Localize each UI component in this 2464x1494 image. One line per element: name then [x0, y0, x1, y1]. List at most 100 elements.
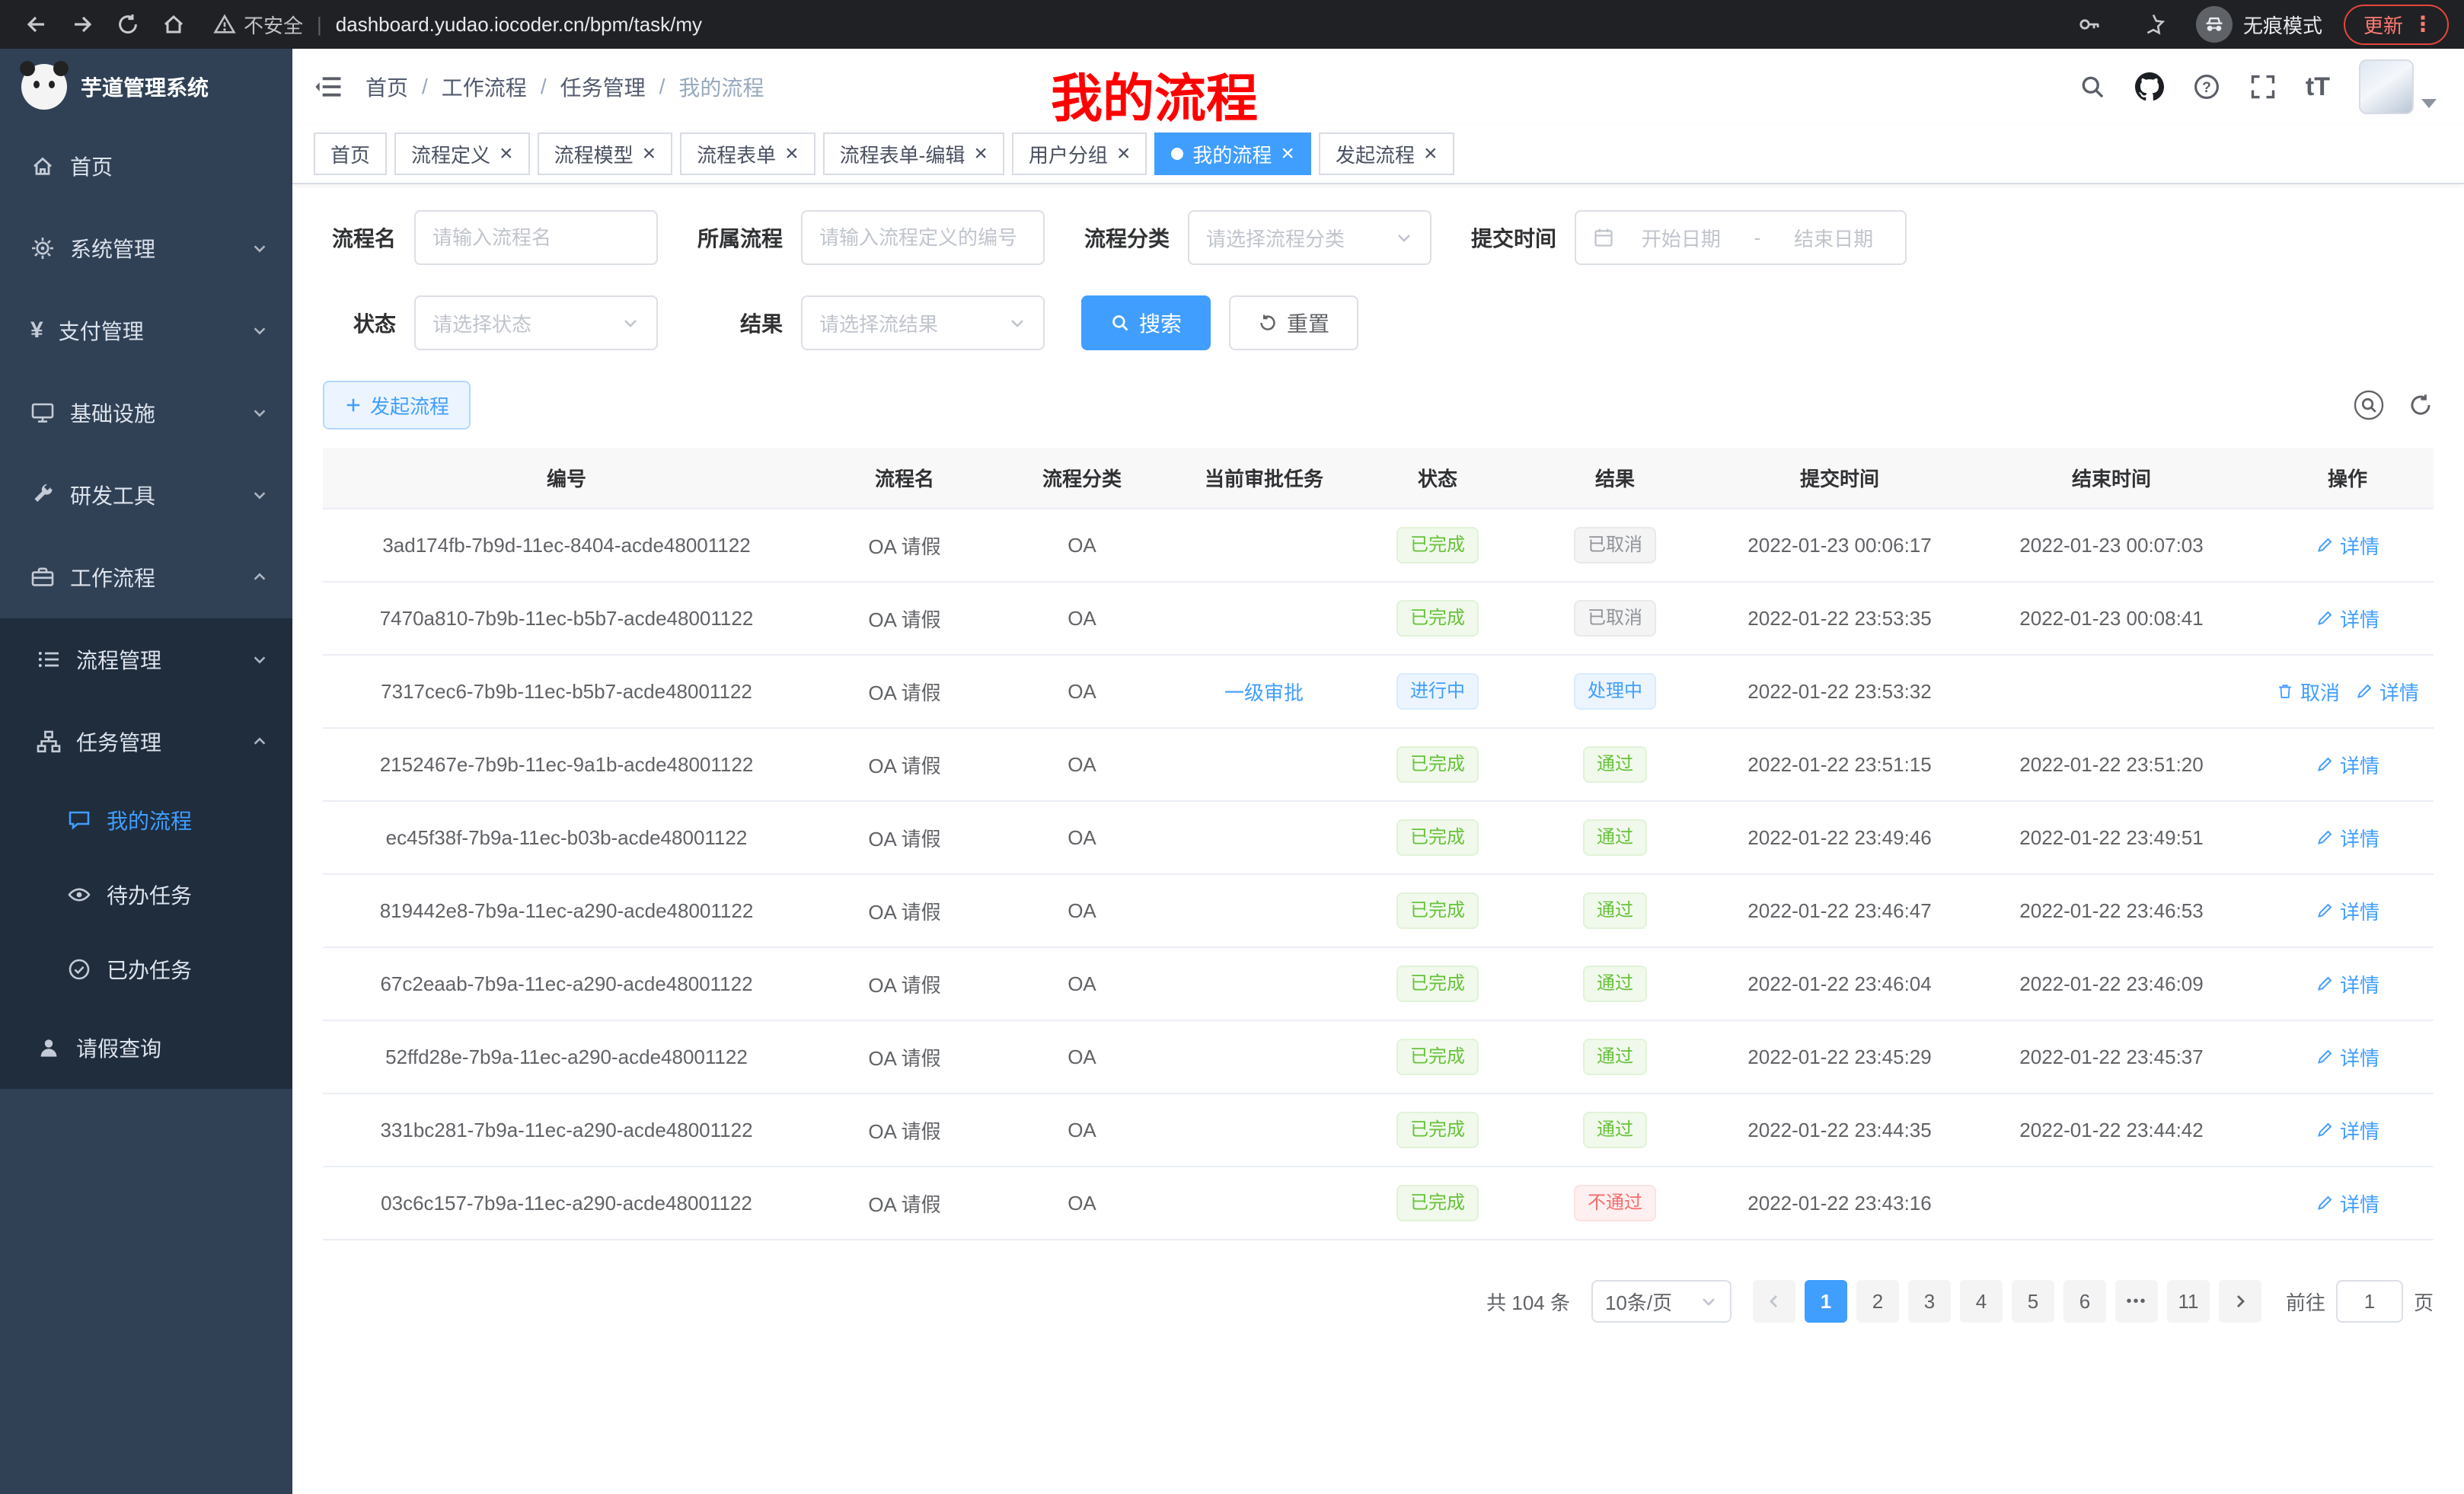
detail-link[interactable]: 详情	[2316, 751, 2379, 779]
detail-link[interactable]: 详情	[2316, 897, 2379, 925]
page-button[interactable]: 5	[2012, 1280, 2054, 1323]
browser-chrome: 不安全 | dashboard.yudao.iocoder.cn/bpm/tas…	[0, 0, 2464, 49]
detail-link[interactable]: 详情	[2316, 970, 2379, 998]
detail-link[interactable]: 详情	[2316, 1043, 2379, 1071]
breadcrumb-task-mgmt[interactable]: 任务管理	[560, 72, 646, 102]
sidebar-item-workflow[interactable]: 工作流程	[0, 536, 292, 618]
category-label: 流程分类	[1081, 222, 1170, 253]
owner-process-label: 所属流程	[694, 222, 783, 253]
detail-link[interactable]: 详情	[2316, 532, 2379, 560]
update-button[interactable]: 更新 ⋮	[2344, 5, 2449, 45]
reload-icon[interactable]	[107, 5, 149, 44]
sidebar-item-task-mgmt[interactable]: 任务管理	[0, 701, 292, 783]
sidebar-item-my-process[interactable]: 我的流程	[0, 783, 292, 857]
sidebar-item-home[interactable]: 首页	[0, 125, 292, 207]
detail-link[interactable]: 详情	[2316, 605, 2379, 633]
table-header-row: 编号 流程名 流程分类 当前审批任务 状态 结果 提交时间 结束时间 操作	[323, 448, 2434, 509]
sidebar-item-leave-query[interactable]: 请假查询	[0, 1007, 292, 1089]
sidebar-item-infra[interactable]: 基础设施	[0, 372, 292, 454]
category-select[interactable]: 请选择流程分类	[1188, 210, 1431, 265]
refresh-icon[interactable]	[2408, 392, 2434, 418]
page-button[interactable]: 11	[2167, 1280, 2210, 1323]
sidebar-item-devtools[interactable]: 研发工具	[0, 454, 292, 536]
show-search-icon[interactable]	[2353, 389, 2385, 421]
app-logo-row[interactable]: 芋道管理系统	[0, 49, 292, 125]
detail-link[interactable]: 详情	[2355, 678, 2419, 706]
tab-user-group[interactable]: 用户分组×	[1012, 132, 1147, 175]
tab-process-definition[interactable]: 流程定义×	[394, 132, 530, 175]
page-button[interactable]: 3	[1908, 1280, 1951, 1323]
page-button[interactable]: 1	[1805, 1280, 1847, 1323]
page-button[interactable]: 4	[1960, 1280, 2003, 1323]
goto-unit: 页	[2414, 1288, 2434, 1316]
create-process-button[interactable]: 发起流程	[323, 381, 471, 429]
forward-icon[interactable]	[61, 5, 104, 44]
avatar[interactable]	[2359, 59, 2414, 114]
table-row: 7317cec6-7b9b-11ec-b5b7-acde48001122 OA …	[323, 655, 2434, 728]
tab-my-process[interactable]: 我的流程×	[1154, 132, 1311, 175]
cancel-link[interactable]: 取消	[2276, 678, 2340, 706]
sidebar-item-process-mgmt[interactable]: 流程管理	[0, 618, 292, 701]
close-icon[interactable]: ×	[643, 142, 656, 165]
table-row: 2152467e-7b9b-11ec-9a1b-acde48001122 OA …	[323, 728, 2434, 801]
goto-page-input[interactable]	[2336, 1280, 2403, 1323]
red-annotation: 我的流程	[1051, 56, 1258, 132]
more-pages-button[interactable]: •••	[2115, 1280, 2158, 1323]
tab-process-model[interactable]: 流程模型×	[538, 132, 673, 175]
detail-link[interactable]: 详情	[2316, 824, 2379, 852]
fullscreen-icon[interactable]	[2249, 73, 2277, 101]
user-menu[interactable]	[2359, 59, 2437, 114]
menu-kebab-icon[interactable]: ⋮	[2412, 14, 2434, 35]
sidebar-item-todo-tasks[interactable]: 待办任务	[0, 857, 292, 932]
key-icon[interactable]	[2068, 5, 2111, 44]
search-button[interactable]: 搜索	[1081, 295, 1211, 350]
bookmark-star-icon[interactable]	[2132, 5, 2175, 44]
tab-process-form[interactable]: 流程表单×	[680, 132, 815, 175]
result-select[interactable]: 请选择流结果	[801, 295, 1045, 350]
reset-button[interactable]: 重置	[1229, 295, 1358, 350]
gear-icon	[30, 236, 55, 260]
back-icon[interactable]	[15, 5, 58, 44]
close-icon[interactable]: ×	[1117, 142, 1131, 165]
chevron-down-icon	[251, 651, 268, 668]
tab-home[interactable]: 首页	[314, 132, 387, 175]
check-circle-icon	[67, 957, 91, 982]
close-icon[interactable]: ×	[785, 142, 799, 165]
next-page-button[interactable]	[2219, 1280, 2261, 1323]
breadcrumb-home[interactable]: 首页	[365, 72, 408, 102]
close-icon[interactable]: ×	[1281, 142, 1294, 165]
process-name-input[interactable]	[432, 226, 640, 250]
owner-process-input[interactable]	[819, 226, 1026, 250]
breadcrumb-workflow[interactable]: 工作流程	[442, 72, 527, 102]
sidebar-item-system[interactable]: 系统管理	[0, 207, 292, 289]
tab-start-process[interactable]: 发起流程×	[1319, 132, 1454, 175]
detail-link[interactable]: 详情	[2316, 1189, 2379, 1218]
chat-bubble-icon	[67, 808, 91, 832]
search-icon[interactable]	[2079, 73, 2106, 101]
close-icon[interactable]: ×	[1424, 142, 1438, 165]
page-button[interactable]: 6	[2063, 1280, 2106, 1323]
detail-link[interactable]: 详情	[2316, 1116, 2379, 1144]
home-icon[interactable]	[152, 5, 195, 44]
tab-process-form-edit[interactable]: 流程表单-编辑×	[823, 132, 1004, 175]
status-select[interactable]: 请选择状态	[414, 295, 658, 350]
address-bar[interactable]: 不安全 | dashboard.yudao.iocoder.cn/bpm/tas…	[213, 11, 702, 39]
caret-down-icon	[2421, 99, 2437, 108]
close-icon[interactable]: ×	[500, 142, 513, 165]
start-date-placeholder: 开始日期	[1626, 224, 1736, 252]
submit-time-range[interactable]: 开始日期 - 结束日期	[1575, 210, 1907, 265]
close-icon[interactable]: ×	[974, 142, 988, 165]
font-size-icon[interactable]: tT	[2306, 72, 2330, 102]
sidebar-item-payment[interactable]: ¥ 支付管理	[0, 289, 292, 372]
page-size-select[interactable]: 10条/页	[1591, 1280, 1732, 1323]
table-row: 67c2eaab-7b9a-11ec-a290-acde48001122 OA …	[323, 947, 2434, 1020]
prev-page-button[interactable]	[1753, 1280, 1795, 1323]
sidebar-item-done-tasks[interactable]: 已办任务	[0, 932, 292, 1007]
hamburger-icon[interactable]	[302, 59, 356, 114]
incognito-chip[interactable]: 无痕模式	[2196, 6, 2322, 43]
page-button[interactable]: 2	[1856, 1280, 1899, 1323]
help-icon[interactable]: ?	[2193, 73, 2220, 101]
current-task-link[interactable]: 一级审批	[1224, 678, 1304, 706]
chevron-down-icon	[251, 322, 268, 339]
github-icon[interactable]	[2135, 72, 2164, 101]
